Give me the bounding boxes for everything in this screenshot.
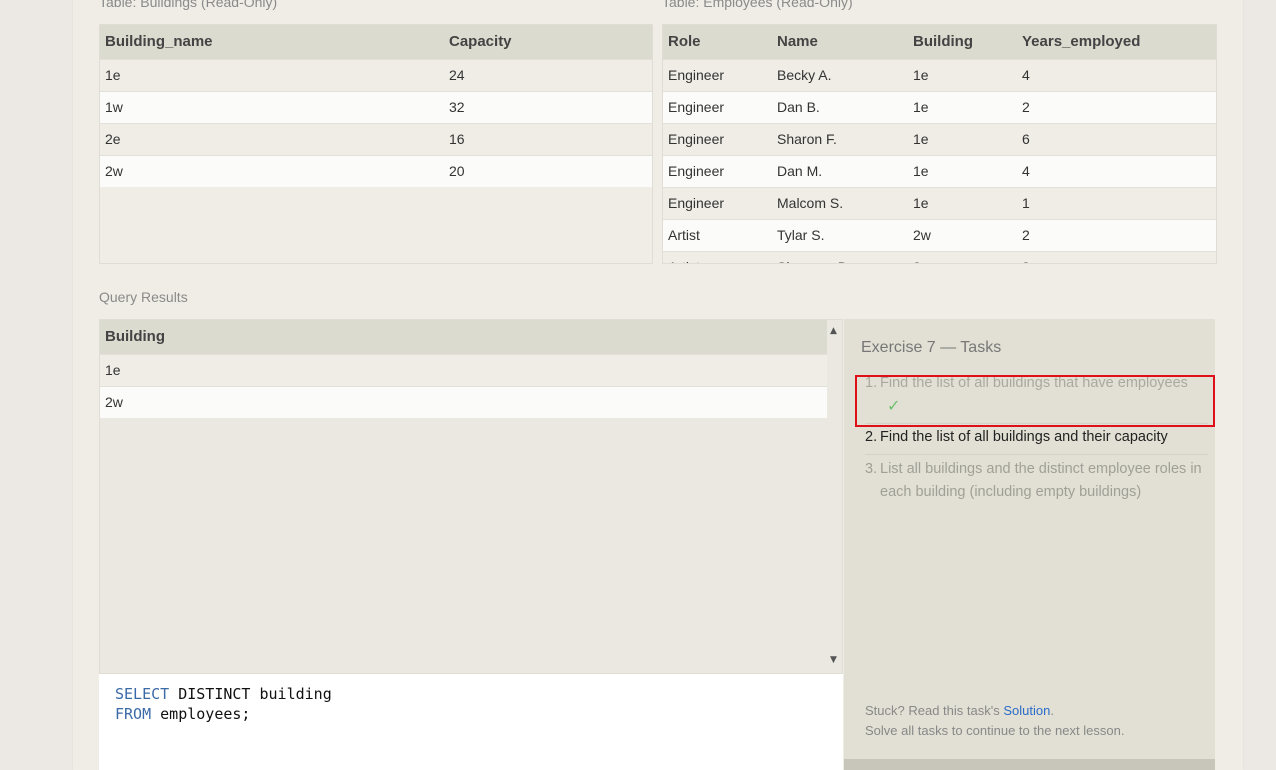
column-header: Building <box>100 320 829 354</box>
column-header: Years_employed <box>1017 25 1216 59</box>
table-header-row: Building_name Capacity <box>100 25 652 59</box>
query-results-caption: Query Results <box>99 289 188 305</box>
sql-keyword: FROM <box>115 705 152 723</box>
stuck-suffix: . <box>1050 703 1054 718</box>
table-cell: Sharon F. <box>772 122 908 155</box>
task-highlight-box <box>855 375 1215 427</box>
table-cell: Malcom S. <box>772 186 908 219</box>
query-results-table[interactable]: Building 1e 2w ▲ ▼ <box>99 319 843 674</box>
column-header: Role <box>663 25 772 59</box>
table-cell: 1e <box>100 58 444 91</box>
table-cell: Engineer <box>663 154 772 187</box>
table-cell: 1e <box>908 122 1017 155</box>
editor-line: SELECT DISTINCT building <box>115 684 827 704</box>
scroll-up-arrow-icon[interactable]: ▲ <box>830 326 837 336</box>
task-item-3: 3. List all buildings and the distinct e… <box>865 458 1205 504</box>
column-header: Name <box>772 25 908 59</box>
results-scrollbar[interactable]: ▲ ▼ <box>827 320 842 673</box>
table-row: Engineer Becky A. 1e 4 <box>663 58 1216 91</box>
task-number: 3. <box>865 461 878 477</box>
table-cell: 2w <box>100 154 444 187</box>
table-cell: 1e <box>908 186 1017 219</box>
table-cell: 20 <box>444 154 652 187</box>
column-header: Capacity <box>444 25 652 59</box>
table-cell: 4 <box>1017 58 1216 91</box>
table-cell: Engineer <box>663 122 772 155</box>
table-row: Engineer Dan B. 1e 2 <box>663 90 1216 123</box>
task-item-2: 2. Find the list of all buildings and th… <box>865 426 1205 449</box>
table-row: 2w 20 <box>100 154 652 187</box>
table-cell: Engineer <box>663 58 772 91</box>
table-cell: Becky A. <box>772 58 908 91</box>
task-number: 2. <box>865 429 878 445</box>
table-cell: Tylar S. <box>772 218 908 251</box>
table-row: 2e 16 <box>100 122 652 155</box>
table-row: Engineer Malcom S. 1e 1 <box>663 186 1216 219</box>
task-text: List all buildings and the distinct empl… <box>880 461 1202 500</box>
stuck-hint: Stuck? Read this task's Solution. <box>865 703 1054 718</box>
table-cell: 2 <box>1017 218 1216 251</box>
table-cell: 1 <box>1017 186 1216 219</box>
scroll-down-arrow-icon[interactable]: ▼ <box>830 655 837 665</box>
table-cell: Dan M. <box>772 154 908 187</box>
table-cell: Engineer <box>663 186 772 219</box>
table-row: Artist Sherman D. 2w 8 <box>663 250 1216 263</box>
table-cell: 6 <box>1017 122 1216 155</box>
tasks-title: Exercise 7 — Tasks <box>861 339 1002 356</box>
buildings-table-caption: Table: Buildings (Read-Only) <box>99 0 278 10</box>
table-cell: 1w <box>100 90 444 123</box>
sql-editor[interactable]: SELECT DISTINCT building FROM employees; <box>99 674 843 770</box>
table-cell: Engineer <box>663 90 772 123</box>
table-header-row: Building <box>100 320 829 354</box>
table-cell: 1e <box>100 353 829 386</box>
table-cell: Sherman D. <box>772 250 908 263</box>
table-cell: 2w <box>908 250 1017 263</box>
sql-text: employees; <box>151 705 251 723</box>
buildings-table: Building_name Capacity 1e 24 1w 32 2e 16… <box>99 24 653 264</box>
column-header: Building_name <box>100 25 444 59</box>
table-header-row: Role Name Building Years_employed <box>663 25 1216 59</box>
task-text: Find the list of all buildings and their… <box>880 429 1168 445</box>
table-row: 2w <box>100 385 829 418</box>
table-cell: 1e <box>908 58 1017 91</box>
table-cell: Artist <box>663 250 772 263</box>
stuck-prefix: Stuck? Read this task's <box>865 703 1004 718</box>
table-cell: 2e <box>100 122 444 155</box>
table-row: 1w 32 <box>100 90 652 123</box>
employees-table[interactable]: Role Name Building Years_employed Engine… <box>662 24 1217 264</box>
table-row: 1e <box>100 353 829 386</box>
continue-bar[interactable] <box>844 759 1215 770</box>
table-cell: 32 <box>444 90 652 123</box>
editor-line: FROM employees; <box>115 704 827 724</box>
solution-link[interactable]: Solution <box>1003 703 1050 718</box>
table-row: 1e 24 <box>100 58 652 91</box>
table-cell: 4 <box>1017 154 1216 187</box>
table-cell: 2 <box>1017 90 1216 123</box>
employees-table-caption: Table: Employees (Read-Only) <box>662 0 853 10</box>
table-row: Engineer Dan M. 1e 4 <box>663 154 1216 187</box>
table-cell: 8 <box>1017 250 1216 263</box>
sql-keyword: SELECT <box>115 685 170 703</box>
table-cell: 2w <box>100 385 829 418</box>
table-cell: 24 <box>444 58 652 91</box>
sql-text: DISTINCT building <box>169 685 332 703</box>
table-row: Engineer Sharon F. 1e 6 <box>663 122 1216 155</box>
table-cell: 1e <box>908 90 1017 123</box>
table-cell: 2w <box>908 218 1017 251</box>
table-row: Artist Tylar S. 2w 2 <box>663 218 1216 251</box>
column-header: Building <box>908 25 1017 59</box>
table-cell: Artist <box>663 218 772 251</box>
table-cell: Dan B. <box>772 90 908 123</box>
continue-hint: Solve all tasks to continue to the next … <box>865 723 1125 738</box>
task-divider <box>865 454 1208 455</box>
table-cell: 16 <box>444 122 652 155</box>
table-cell: 1e <box>908 154 1017 187</box>
